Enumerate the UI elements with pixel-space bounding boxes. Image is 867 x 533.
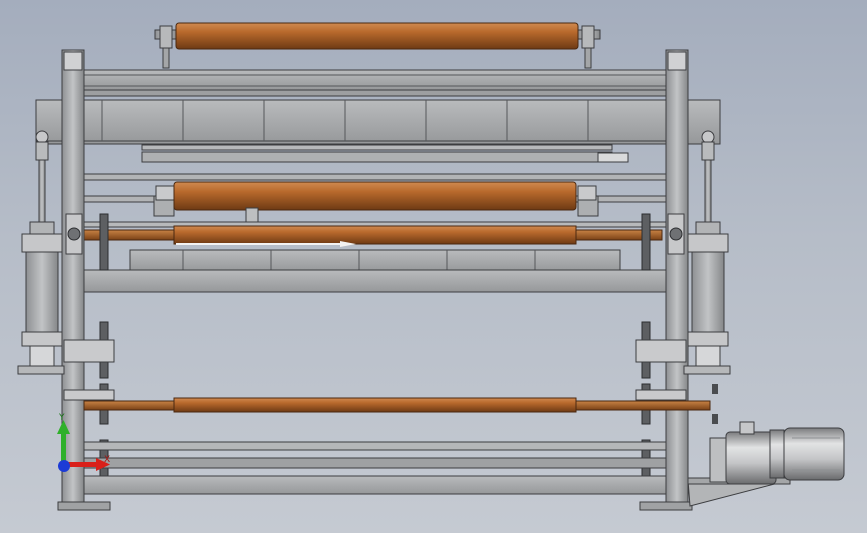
x-axis-label: X: [104, 455, 110, 465]
guide-rod: [141, 144, 629, 163]
upper-shaft: [83, 221, 667, 247]
right-pneumatic-cylinder: [683, 99, 731, 375]
bottom-frame: [57, 441, 693, 511]
machine-drawing: Y X: [17, 22, 845, 511]
gear-motor: [687, 421, 845, 507]
lower-cover-plate: [83, 249, 667, 293]
left-pneumatic-cylinder: [17, 130, 65, 375]
upper-cover-plate: [35, 99, 721, 145]
bearing-blocks: [63, 339, 687, 401]
x-axis-arrow: [66, 462, 98, 467]
y-axis-label: Y: [58, 413, 65, 423]
cad-viewport[interactable]: Y X: [0, 0, 867, 533]
top-roller: [154, 22, 601, 69]
y-axis-arrow: [61, 432, 66, 464]
z-axis-dot: [58, 460, 70, 472]
middle-roller-assembly: [83, 173, 667, 229]
right-column: [665, 49, 689, 507]
top-beam: [83, 69, 667, 97]
lower-shaft: [83, 384, 718, 424]
